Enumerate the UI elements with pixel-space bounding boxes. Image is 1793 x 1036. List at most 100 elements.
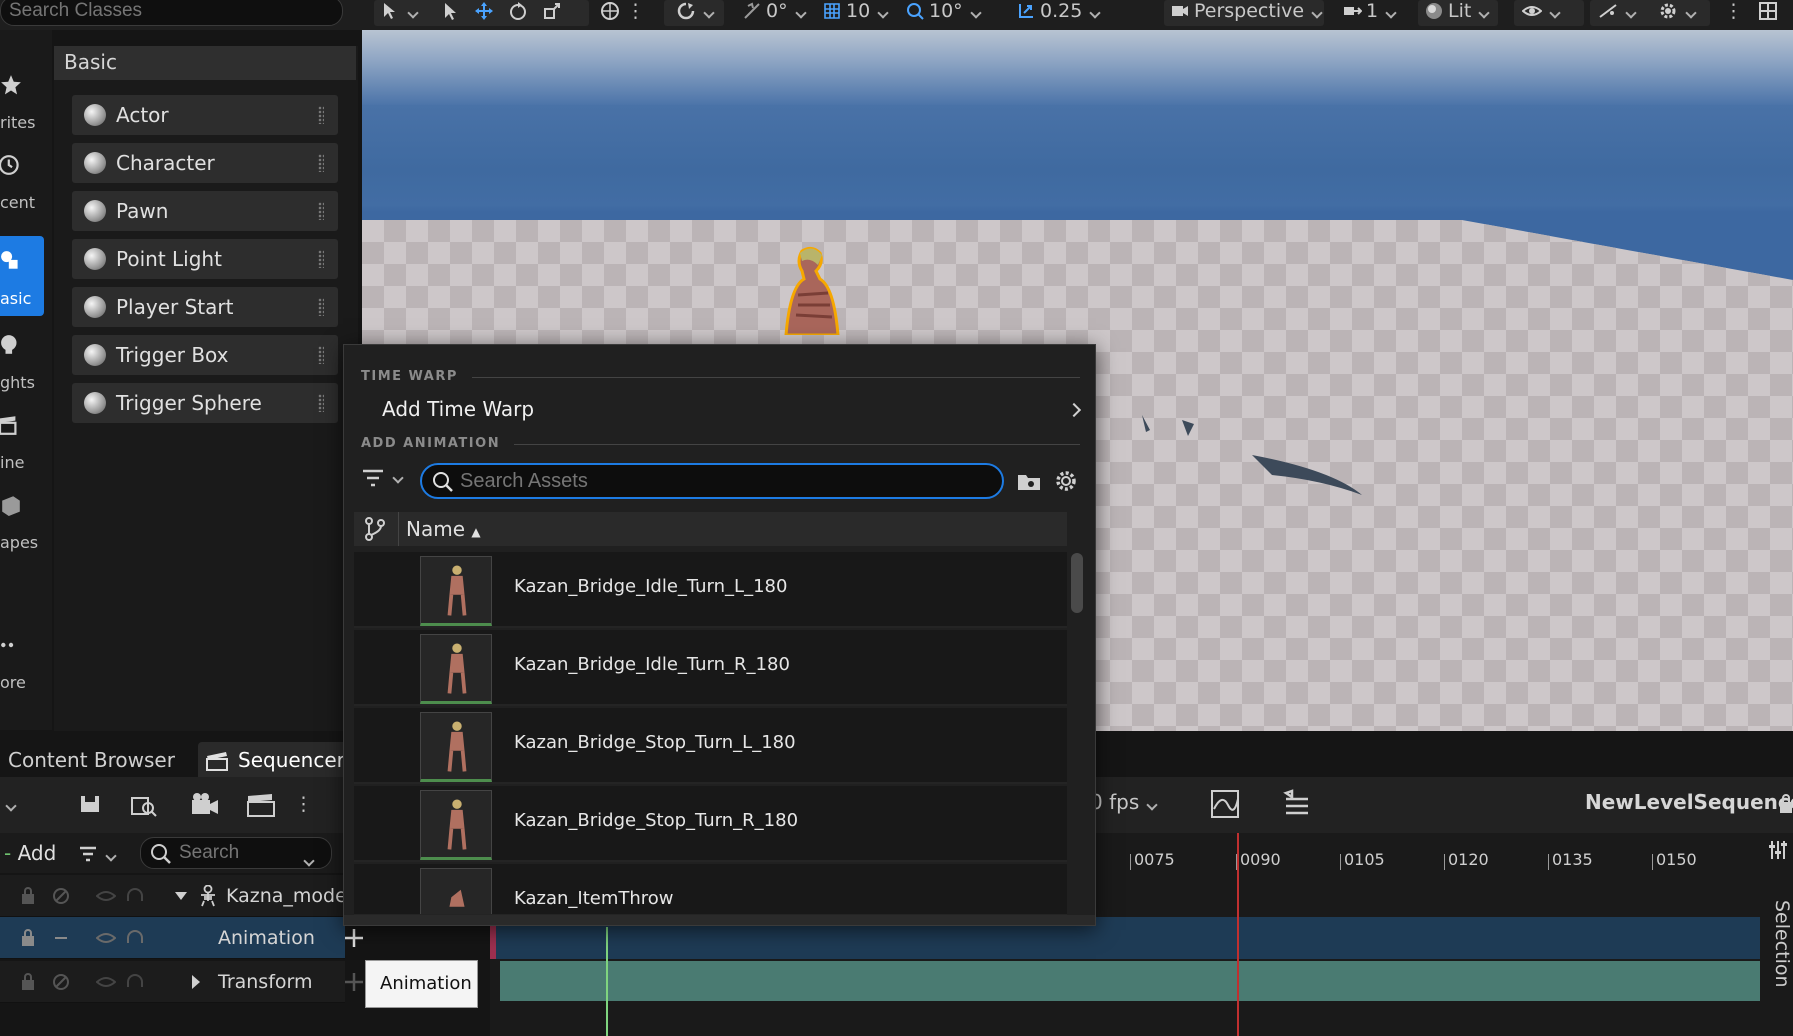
asset-row[interactable]: Kazan_Bridge_Idle_Turn_R_180 (354, 630, 1067, 706)
headphones-icon[interactable] (126, 887, 144, 905)
add-track-button[interactable]: - Add (0, 839, 62, 869)
minus-icon[interactable] (52, 929, 70, 947)
camera-actor-icon[interactable] (190, 792, 220, 818)
actor-item-character[interactable]: Character (72, 143, 338, 183)
track-name: Animation (218, 927, 315, 949)
actor-item-actor[interactable]: Actor (72, 95, 338, 135)
layout-grid-icon[interactable] (1758, 1, 1778, 21)
find-in-browser-icon[interactable] (130, 792, 158, 818)
category-more[interactable]: ore (0, 620, 44, 700)
headphones-icon[interactable] (126, 973, 144, 991)
playhead[interactable] (1237, 833, 1239, 1036)
drag-grip-icon[interactable] (318, 250, 324, 268)
category-shapes[interactable]: apes (0, 480, 44, 560)
category-cinematic[interactable]: ine (0, 400, 44, 480)
asset-row[interactable]: Kazan_Bridge_Idle_Turn_L_180 (354, 552, 1067, 628)
asset-row[interactable]: Kazan_ItemThrow (354, 864, 1067, 916)
asset-filter-button[interactable] (359, 463, 409, 493)
drag-grip-icon[interactable] (318, 154, 324, 172)
more-options-icon[interactable]: ⋮ (626, 0, 645, 22)
search-classes-input[interactable] (0, 0, 343, 26)
actor-item-trigger-sphere[interactable]: Trigger Sphere (72, 383, 338, 423)
drag-grip-icon[interactable] (318, 202, 324, 220)
rotation-snap-button[interactable]: 10° (905, 0, 980, 22)
actor-item-pawn[interactable]: Pawn (72, 191, 338, 231)
category-lights[interactable]: ghts (0, 320, 44, 400)
actor-item-point-light[interactable]: Point Light (72, 239, 338, 279)
headphones-icon[interactable] (126, 929, 144, 947)
add-animation-plus-icon[interactable] (343, 927, 365, 949)
lock-icon[interactable] (20, 929, 36, 947)
category-favorites[interactable]: rites (0, 60, 44, 140)
snap-translate-button[interactable]: 0° (742, 0, 805, 22)
show-flags-button[interactable] (1522, 0, 1559, 22)
drag-grip-icon[interactable] (318, 298, 324, 316)
eye-icon[interactable] (96, 887, 116, 905)
drag-grip-icon[interactable] (318, 106, 324, 124)
eye-icon[interactable] (96, 973, 116, 991)
tab-sequencer-label: Sequencer* (238, 748, 355, 772)
save-sequence-icon[interactable] (78, 792, 102, 816)
select-arrow-icon[interactable] (440, 1, 460, 21)
category-basic[interactable]: asic (0, 236, 44, 316)
grid-snap-button[interactable]: 10 (822, 0, 887, 22)
snap-disabled-icon (744, 2, 760, 19)
eye-icon (1522, 6, 1542, 16)
lock-icon[interactable] (20, 973, 36, 991)
drag-grip-icon[interactable] (318, 346, 324, 364)
sequencer-more-icon[interactable]: ⋮ (294, 793, 313, 815)
lighting-mode-dropdown[interactable]: Lit (1424, 0, 1488, 22)
category-recent[interactable]: cent (0, 140, 44, 220)
add-plus-icon[interactable] (343, 971, 365, 993)
tab-content-browser[interactable]: Content Browser (0, 742, 183, 778)
settings-gear-icon[interactable] (1054, 469, 1078, 493)
lock-icon[interactable] (1778, 793, 1793, 815)
track-row-animation[interactable]: Animation (0, 917, 363, 959)
translate-icon[interactable] (474, 1, 494, 21)
transform-track-section[interactable] (500, 961, 1760, 1001)
lock-icon[interactable] (20, 887, 36, 905)
branch-icon[interactable] (364, 517, 386, 541)
asset-list-scrollbar[interactable] (1071, 553, 1083, 613)
disabled-icon[interactable] (52, 973, 70, 991)
playback-start-marker[interactable] (606, 927, 608, 1036)
disabled-icon[interactable] (52, 887, 70, 905)
expand-right-icon[interactable] (190, 974, 202, 990)
camera-speed-button[interactable]: 1 (1342, 0, 1395, 22)
sequencer-options-button[interactable] (2, 793, 15, 815)
track-row-transform[interactable]: Transform (0, 961, 363, 1003)
animation-thumbnail (420, 556, 492, 626)
rotate-icon[interactable] (508, 1, 528, 21)
folder-icon[interactable] (1016, 469, 1042, 493)
world-space-icon[interactable] (600, 1, 620, 21)
add-time-warp-menu-item[interactable]: Add Time Warp (382, 397, 534, 421)
select-mode-button[interactable] (380, 0, 417, 22)
search-assets-input[interactable] (420, 463, 1004, 499)
track-filter-button[interactable] (78, 843, 115, 865)
drag-grip-icon[interactable] (318, 394, 324, 412)
timeline-ruler[interactable]: 0075 0090 0105 0120 0135 0150 (1098, 850, 1760, 874)
clock-icon (0, 155, 19, 175)
perspective-dropdown[interactable]: Perspective (1170, 0, 1321, 22)
viewport-settings-button[interactable] (1658, 0, 1695, 22)
scalability-button[interactable] (1598, 0, 1635, 22)
more-options-icon-2[interactable]: ⋮ (1724, 0, 1743, 22)
eye-icon[interactable] (96, 929, 116, 947)
render-movie-icon[interactable] (246, 792, 276, 818)
curve-editor-icon[interactable] (1210, 789, 1240, 819)
track-row-kazna[interactable]: Kazna_mode (0, 875, 347, 917)
surface-snap-button[interactable] (676, 0, 713, 22)
character-mesh[interactable] (772, 245, 842, 335)
expand-down-icon[interactable] (174, 891, 188, 901)
actor-item-trigger-box[interactable]: Trigger Box (72, 335, 338, 375)
name-column-header[interactable]: Name ▲ (406, 517, 481, 541)
asset-row[interactable]: Kazan_Bridge_Stop_Turn_L_180 (354, 708, 1067, 784)
track-list-icon[interactable] (1282, 789, 1312, 819)
actor-item-player-start[interactable]: Player Start (72, 287, 338, 327)
frame-rate-dropdown[interactable]: 0 fps (1090, 790, 1156, 814)
asset-row[interactable]: Kazan_Bridge_Stop_Turn_R_180 (354, 786, 1067, 862)
search-dropdown-chevron[interactable] (300, 848, 313, 870)
scale-icon[interactable] (542, 1, 562, 21)
scale-snap-button[interactable]: 0.25 (1016, 0, 1099, 22)
tab-sequencer[interactable]: Sequencer* (198, 742, 363, 778)
